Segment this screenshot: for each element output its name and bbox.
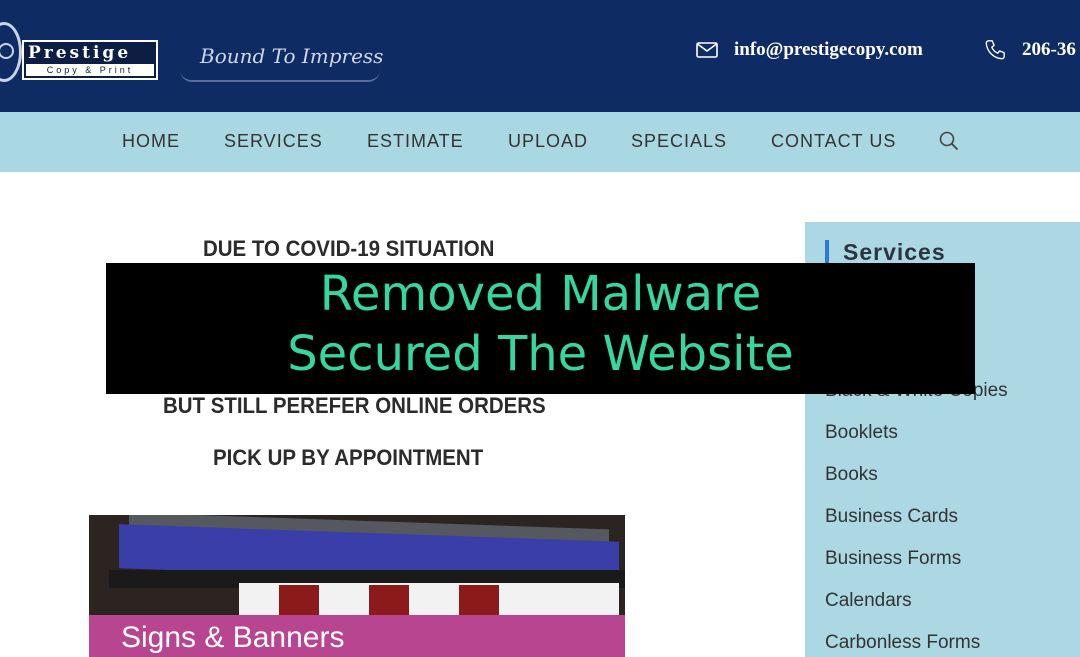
email-link[interactable]: info@prestigecopy.com [696,38,923,62]
site-logo[interactable]: Prestige Copy & Print [22,40,158,80]
sidebar-item-business-forms[interactable]: Business Forms [825,548,961,570]
overlay-line-1: Removed Malware [319,266,762,322]
sidebar-title: Services [843,239,946,265]
print-sample [369,585,409,619]
sidebar-item-carbonless-forms[interactable]: Carbonless Forms [825,632,980,654]
tagline: Bound To Impress [200,44,384,68]
logo-name: Prestige [28,43,132,63]
nav-home[interactable]: HOME [122,131,180,152]
nav-services[interactable]: SERVICES [224,131,323,152]
search-icon[interactable] [938,130,960,157]
nav-estimate[interactable]: ESTIMATE [367,131,464,152]
print-sample [459,585,499,619]
site-header: Prestige Copy & Print Bound To Impress i… [0,0,1080,112]
print-sample [279,585,319,619]
email-address: info@prestigecopy.com [734,39,923,60]
sidebar-item-business-cards[interactable]: Business Cards [825,506,958,528]
overlay-line-2: Secured The Website [287,326,794,382]
photo-caption: Signs & Banners [121,621,345,654]
phone-icon [984,39,1006,61]
tagline-swoosh [180,70,380,82]
logo-subtitle: Copy & Print [26,64,154,76]
notice-line-online-orders: BUT STILL PEREFER ONLINE ORDERS [163,393,546,418]
main-nav: HOME SERVICES ESTIMATE UPLOAD SPECIALS C… [0,112,1080,172]
nav-specials[interactable]: SPECIALS [631,131,727,152]
sidebar-item-books[interactable]: Books [825,464,878,486]
mail-icon [696,42,718,58]
phone-number: 206-36 [1022,39,1076,60]
sidebar-item-booklets[interactable]: Booklets [825,422,898,444]
signs-banners-image[interactable]: Signs & Banners [89,515,625,657]
phone-link[interactable]: 206-36 [984,38,1076,62]
sidebar-item-calendars[interactable]: Calendars [825,590,912,612]
logo-emblem [0,22,22,82]
nav-contact-us[interactable]: CONTACT US [771,131,896,152]
notice-line-pickup: PICK UP BY APPOINTMENT [213,445,484,470]
overlay-caption-box: Removed Malware Secured The Website [106,263,975,394]
nav-upload[interactable]: UPLOAD [508,131,588,152]
notice-line-covid: DUE TO COVID-19 SITUATION [203,236,495,261]
